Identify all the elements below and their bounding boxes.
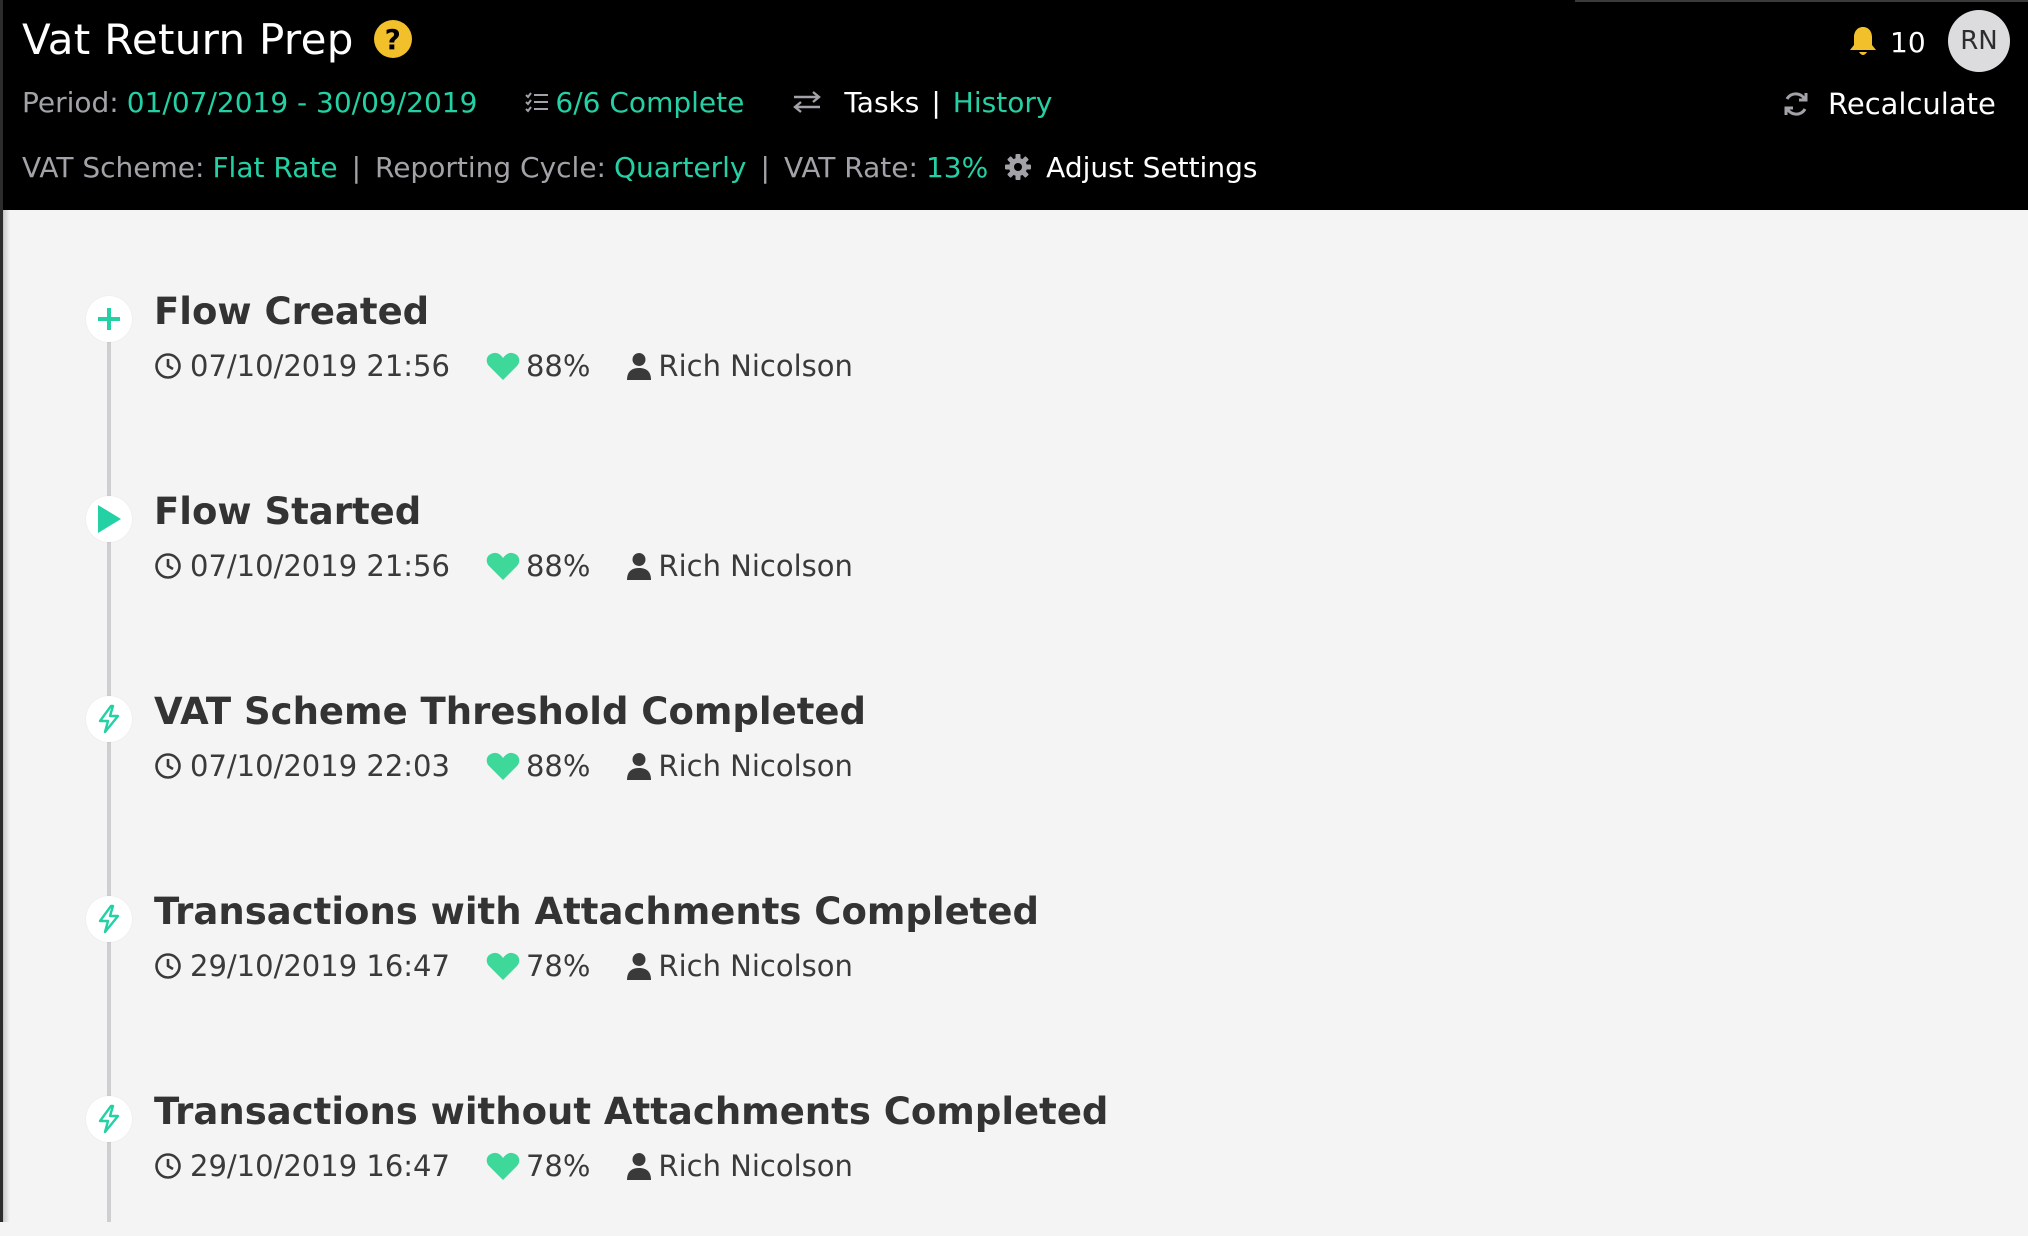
period-label: Period:	[22, 85, 119, 119]
event-timestamp: 29/10/2019 16:47	[190, 1149, 450, 1183]
event-timestamp: 07/10/2019 22:03	[190, 749, 450, 783]
user-icon	[626, 752, 652, 780]
heart-icon	[486, 951, 520, 981]
event-score: 88%	[525, 549, 591, 583]
timeline-event: Flow Started 07/10/2019 21:56 88% Rich N…	[0, 490, 2028, 636]
vat-scheme-label: VAT Scheme:	[22, 150, 205, 184]
divider: |	[760, 150, 770, 184]
vat-rate-label: VAT Rate:	[783, 150, 918, 184]
event-title: Flow Created	[154, 290, 430, 333]
gear-icon[interactable]	[1004, 153, 1032, 181]
settings-row: VAT Scheme: Flat Rate | Reporting Cycle:…	[22, 143, 1257, 191]
tasks-status: 6/6 Complete	[555, 85, 745, 119]
user-icon	[626, 1152, 652, 1180]
history-link[interactable]: History	[953, 86, 1053, 119]
event-timestamp: 07/10/2019 21:56	[190, 549, 450, 583]
event-user: Rich Nicolson	[658, 1149, 853, 1183]
reporting-cycle-label: Reporting Cycle:	[375, 150, 606, 184]
clock-icon	[154, 952, 182, 980]
event-timestamp: 29/10/2019 16:47	[190, 949, 450, 983]
event-user: Rich Nicolson	[658, 949, 853, 983]
event-timestamp: 07/10/2019 21:56	[190, 349, 450, 383]
checklist-icon	[525, 91, 549, 113]
help-circle-icon[interactable]: ?	[373, 20, 412, 58]
event-meta: 07/10/2019 21:56 88% Rich Nicolson	[154, 546, 853, 586]
event-score: 78%	[525, 949, 591, 983]
notifications-button[interactable]: 10	[1848, 18, 1926, 66]
event-score: 88%	[525, 349, 591, 383]
clock-icon	[154, 552, 182, 580]
user-icon	[626, 352, 652, 380]
swap-arrows-icon	[792, 90, 822, 114]
timeline-event: Transactions without Attachments Complet…	[0, 1090, 2028, 1236]
adjust-settings-link[interactable]: Adjust Settings	[1046, 151, 1257, 184]
timeline-event: VAT Scheme Threshold Completed 07/10/201…	[0, 690, 2028, 836]
timeline-event: Flow Created 07/10/2019 21:56 88% Rich N…	[0, 290, 2028, 436]
heart-icon	[486, 351, 520, 381]
sync-icon	[1782, 90, 1810, 118]
recalculate-button[interactable]: Recalculate	[1782, 80, 1996, 128]
page-header: Vat Return Prep ? Period: 01/07/2019 - 3…	[0, 0, 2028, 210]
event-user: Rich Nicolson	[658, 349, 853, 383]
event-meta: 07/10/2019 21:56 88% Rich Nicolson	[154, 346, 853, 386]
event-meta: 29/10/2019 16:47 78% Rich Nicolson	[154, 946, 853, 986]
bolt-icon	[86, 696, 132, 742]
event-user: Rich Nicolson	[658, 749, 853, 783]
avatar[interactable]: RN	[1948, 10, 2010, 72]
event-score: 78%	[525, 1149, 591, 1183]
heart-icon	[486, 551, 520, 581]
title-row: Vat Return Prep ?	[22, 10, 412, 68]
recalculate-label: Recalculate	[1828, 87, 1996, 121]
vat-rate-value: 13%	[925, 150, 989, 184]
timeline-event: Transactions with Attachments Completed …	[0, 890, 2028, 1036]
tasks-link[interactable]: Tasks	[844, 86, 919, 119]
event-meta: 07/10/2019 22:03 88% Rich Nicolson	[154, 746, 853, 786]
plus-icon	[86, 296, 132, 342]
heart-icon	[486, 751, 520, 781]
vat-scheme-value: Flat Rate	[212, 150, 338, 184]
event-score: 88%	[525, 749, 591, 783]
event-user: Rich Nicolson	[658, 549, 853, 583]
user-icon	[626, 552, 652, 580]
bolt-icon	[86, 896, 132, 942]
tasks-history-divider: |	[931, 85, 941, 119]
event-title: VAT Scheme Threshold Completed	[154, 690, 866, 733]
bolt-icon	[86, 1096, 132, 1142]
reporting-cycle-value: Quarterly	[613, 150, 747, 184]
header-top-divider	[1575, 0, 2028, 2]
bell-icon	[1848, 25, 1878, 59]
play-icon	[86, 496, 132, 542]
heart-icon	[486, 1151, 520, 1181]
clock-icon	[154, 352, 182, 380]
page-title: Vat Return Prep	[22, 14, 354, 64]
event-title: Transactions without Attachments Complet…	[154, 1090, 1109, 1133]
period-value: 01/07/2019 - 30/09/2019	[126, 85, 478, 119]
period-row: Period: 01/07/2019 - 30/09/2019 6/6 Comp…	[22, 78, 1052, 126]
event-title: Flow Started	[154, 490, 422, 533]
clock-icon	[154, 1152, 182, 1180]
user-icon	[626, 952, 652, 980]
event-meta: 29/10/2019 16:47 78% Rich Nicolson	[154, 1146, 853, 1186]
notification-count: 10	[1890, 25, 1926, 59]
event-title: Transactions with Attachments Completed	[154, 890, 1039, 933]
divider: |	[351, 150, 361, 184]
clock-icon	[154, 752, 182, 780]
